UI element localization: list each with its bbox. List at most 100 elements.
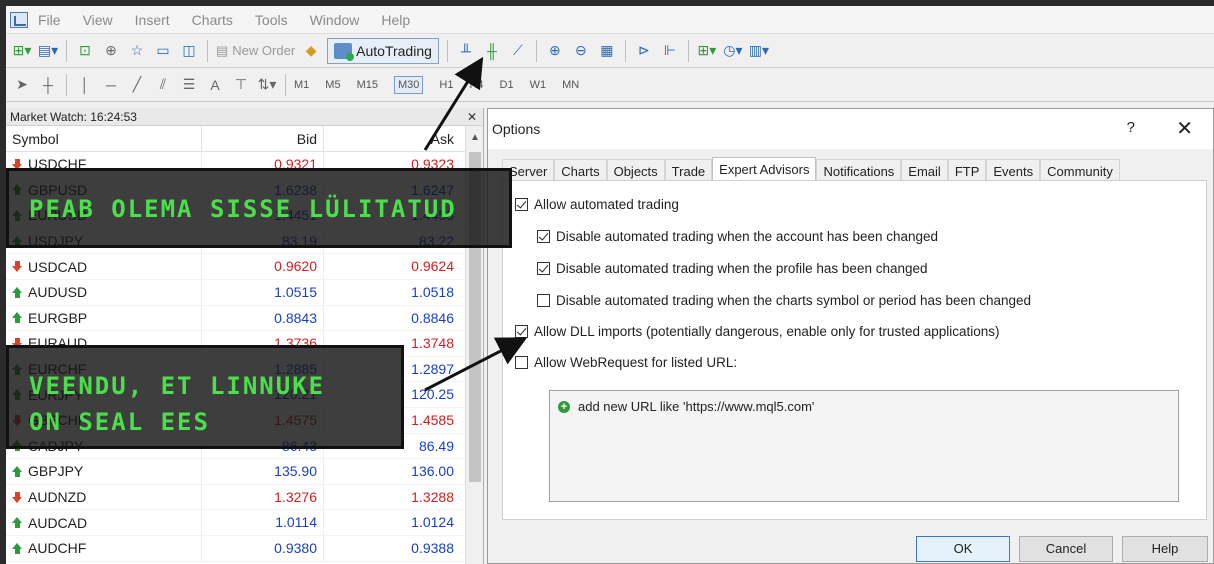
table-row[interactable]: AUDUSD 1.0515 1.0518: [6, 279, 483, 306]
option-allow-dll-imports[interactable]: Allow DLL imports (potentially dangerous…: [515, 324, 1000, 339]
bar-chart-icon[interactable]: ╨: [456, 41, 476, 61]
scroll-up-icon[interactable]: ▲: [470, 132, 480, 143]
cancel-button[interactable]: Cancel: [1019, 536, 1113, 562]
ok-button[interactable]: OK: [916, 536, 1010, 562]
indicators-icon[interactable]: ⊞▾: [697, 41, 717, 61]
chart-shift-icon[interactable]: ⊩: [660, 41, 680, 61]
navigator-icon[interactable]: ☆: [127, 41, 147, 61]
new-order-button[interactable]: ▤ New Order: [216, 43, 295, 59]
timeframe-h4[interactable]: H4: [469, 79, 483, 91]
tab-charts[interactable]: Charts: [554, 159, 607, 181]
strategy-tester-icon[interactable]: ◫: [179, 41, 199, 61]
timeframe-w1[interactable]: W1: [530, 79, 547, 91]
horizontal-line-icon[interactable]: ─: [101, 75, 121, 95]
option-allow-automated-trading[interactable]: Allow automated trading: [515, 197, 679, 212]
fibonacci-icon[interactable]: ☰: [179, 75, 199, 95]
equidistant-channel-icon[interactable]: ⫽: [153, 75, 173, 95]
timeframe-mn[interactable]: MN: [562, 79, 579, 91]
text-label-icon[interactable]: ⊤: [231, 75, 251, 95]
terminal-icon[interactable]: ▭: [153, 41, 173, 61]
timeframe-h1[interactable]: H1: [439, 79, 453, 91]
tab-expert-advisors[interactable]: Expert Advisors: [712, 157, 817, 181]
templates-icon[interactable]: ▥▾: [749, 41, 769, 61]
webrequest-url-list[interactable]: + add new URL like 'https://www.mql5.com…: [549, 390, 1179, 502]
option-label: Allow automated trading: [534, 197, 679, 212]
option-disable-on-profile-change[interactable]: Disable automated trading when the profi…: [537, 261, 928, 276]
autotrading-button[interactable]: AutoTrading: [327, 37, 439, 64]
symbol-cell: USDCAD: [6, 254, 202, 279]
table-row[interactable]: AUDCAD 1.0114 1.0124: [6, 510, 483, 536]
menu-charts[interactable]: Charts: [192, 12, 233, 28]
option-disable-on-account-change[interactable]: Disable automated trading when the accou…: [537, 229, 938, 244]
instruction-banner-autotrading: PEAB OLEMA SISSE LÜLITATUD: [6, 168, 512, 248]
table-row[interactable]: USDCAD 0.9620 0.9624: [6, 254, 483, 280]
close-icon[interactable]: ✕: [1176, 116, 1193, 141]
tab-ftp[interactable]: FTP: [947, 159, 987, 181]
auto-scroll-icon[interactable]: ⊳: [634, 41, 654, 61]
checkbox[interactable]: [537, 230, 550, 243]
banner-text: PEAB OLEMA SISSE LÜLITATUD: [29, 195, 457, 223]
profiles-icon[interactable]: ▤▾: [38, 41, 58, 61]
timeframe-d1[interactable]: D1: [500, 79, 514, 91]
metaeditor-icon[interactable]: ◆: [301, 41, 321, 61]
option-disable-on-symbol-change[interactable]: Disable automated trading when the chart…: [537, 293, 1031, 308]
add-url-entry[interactable]: + add new URL like 'https://www.mql5.com…: [558, 399, 814, 414]
market-watch-icon[interactable]: ⊡: [75, 41, 95, 61]
cursor-icon[interactable]: ➤: [12, 75, 32, 95]
ask-cell: 1.0124: [411, 514, 454, 531]
add-url-placeholder: add new URL like 'https://www.mql5.com': [578, 399, 815, 414]
tab-objects[interactable]: Objects: [606, 159, 665, 181]
column-header-ask[interactable]: Ask: [324, 126, 460, 151]
tile-windows-icon[interactable]: ▦: [597, 41, 617, 61]
zoom-in-icon[interactable]: ⊕: [545, 41, 565, 61]
timeframe-m15[interactable]: M15: [357, 79, 378, 91]
close-icon[interactable]: ✕: [467, 108, 477, 126]
candlestick-icon[interactable]: ╫: [482, 41, 502, 61]
checkbox[interactable]: [537, 294, 550, 307]
line-chart-icon[interactable]: ⟋: [508, 41, 528, 61]
crosshair-icon[interactable]: ┼: [38, 75, 58, 95]
tab-community[interactable]: Community: [1040, 159, 1120, 181]
menu-view[interactable]: View: [83, 12, 113, 28]
text-icon[interactable]: A: [205, 75, 225, 95]
add-icon: +: [558, 400, 570, 413]
table-row[interactable]: AUDNZD 1.3276 1.3288: [6, 484, 483, 511]
menu-tools[interactable]: Tools: [255, 12, 288, 28]
tab-notifications[interactable]: Notifications: [816, 159, 902, 181]
tab-events[interactable]: Events: [986, 159, 1041, 181]
tab-trade[interactable]: Trade: [664, 159, 713, 181]
checkbox[interactable]: [537, 262, 550, 275]
new-chart-icon[interactable]: ⊞▾: [12, 41, 32, 61]
table-row[interactable]: AUDCHF 0.9380 0.9388: [6, 535, 483, 562]
menu-file[interactable]: File: [38, 12, 61, 28]
option-allow-webrequest[interactable]: Allow WebRequest for listed URL:: [515, 355, 737, 370]
zoom-out-icon[interactable]: ⊖: [571, 41, 591, 61]
symbol-cell: EURGBP: [6, 305, 202, 331]
timeframe-m1[interactable]: M1: [294, 79, 309, 91]
menu-help[interactable]: Help: [381, 12, 410, 28]
checkbox[interactable]: [515, 198, 528, 211]
column-header-symbol[interactable]: Symbol: [6, 126, 202, 151]
timeframe-m30[interactable]: M30: [393, 75, 424, 94]
up-arrow-icon: [12, 286, 23, 298]
periods-clock-icon[interactable]: ◷▾: [723, 41, 743, 61]
arrows-icon[interactable]: ⇅▾: [257, 75, 277, 95]
help-button[interactable]: Help: [1122, 536, 1208, 562]
menu-insert[interactable]: Insert: [135, 12, 170, 28]
tab-email[interactable]: Email: [901, 159, 948, 181]
bid-cell: 1.0114: [202, 510, 324, 535]
up-arrow-icon: [12, 312, 23, 324]
checkbox[interactable]: [515, 356, 528, 369]
timeframe-m5[interactable]: M5: [325, 79, 340, 91]
menu-window[interactable]: Window: [310, 12, 360, 28]
data-window-icon[interactable]: ⊕: [101, 41, 121, 61]
trendline-icon[interactable]: ╱: [127, 75, 147, 95]
ask-cell: 0.8846: [411, 309, 454, 326]
checkbox[interactable]: [515, 325, 528, 338]
table-row[interactable]: EURGBP 0.8843 0.8846: [6, 305, 483, 332]
symbol-cell: AUDUSD: [6, 279, 202, 305]
help-icon[interactable]: ?: [1127, 119, 1135, 136]
vertical-line-icon[interactable]: │: [75, 75, 95, 95]
table-row[interactable]: GBPJPY 135.90 136.00: [6, 459, 483, 485]
column-header-bid[interactable]: Bid: [202, 126, 324, 151]
